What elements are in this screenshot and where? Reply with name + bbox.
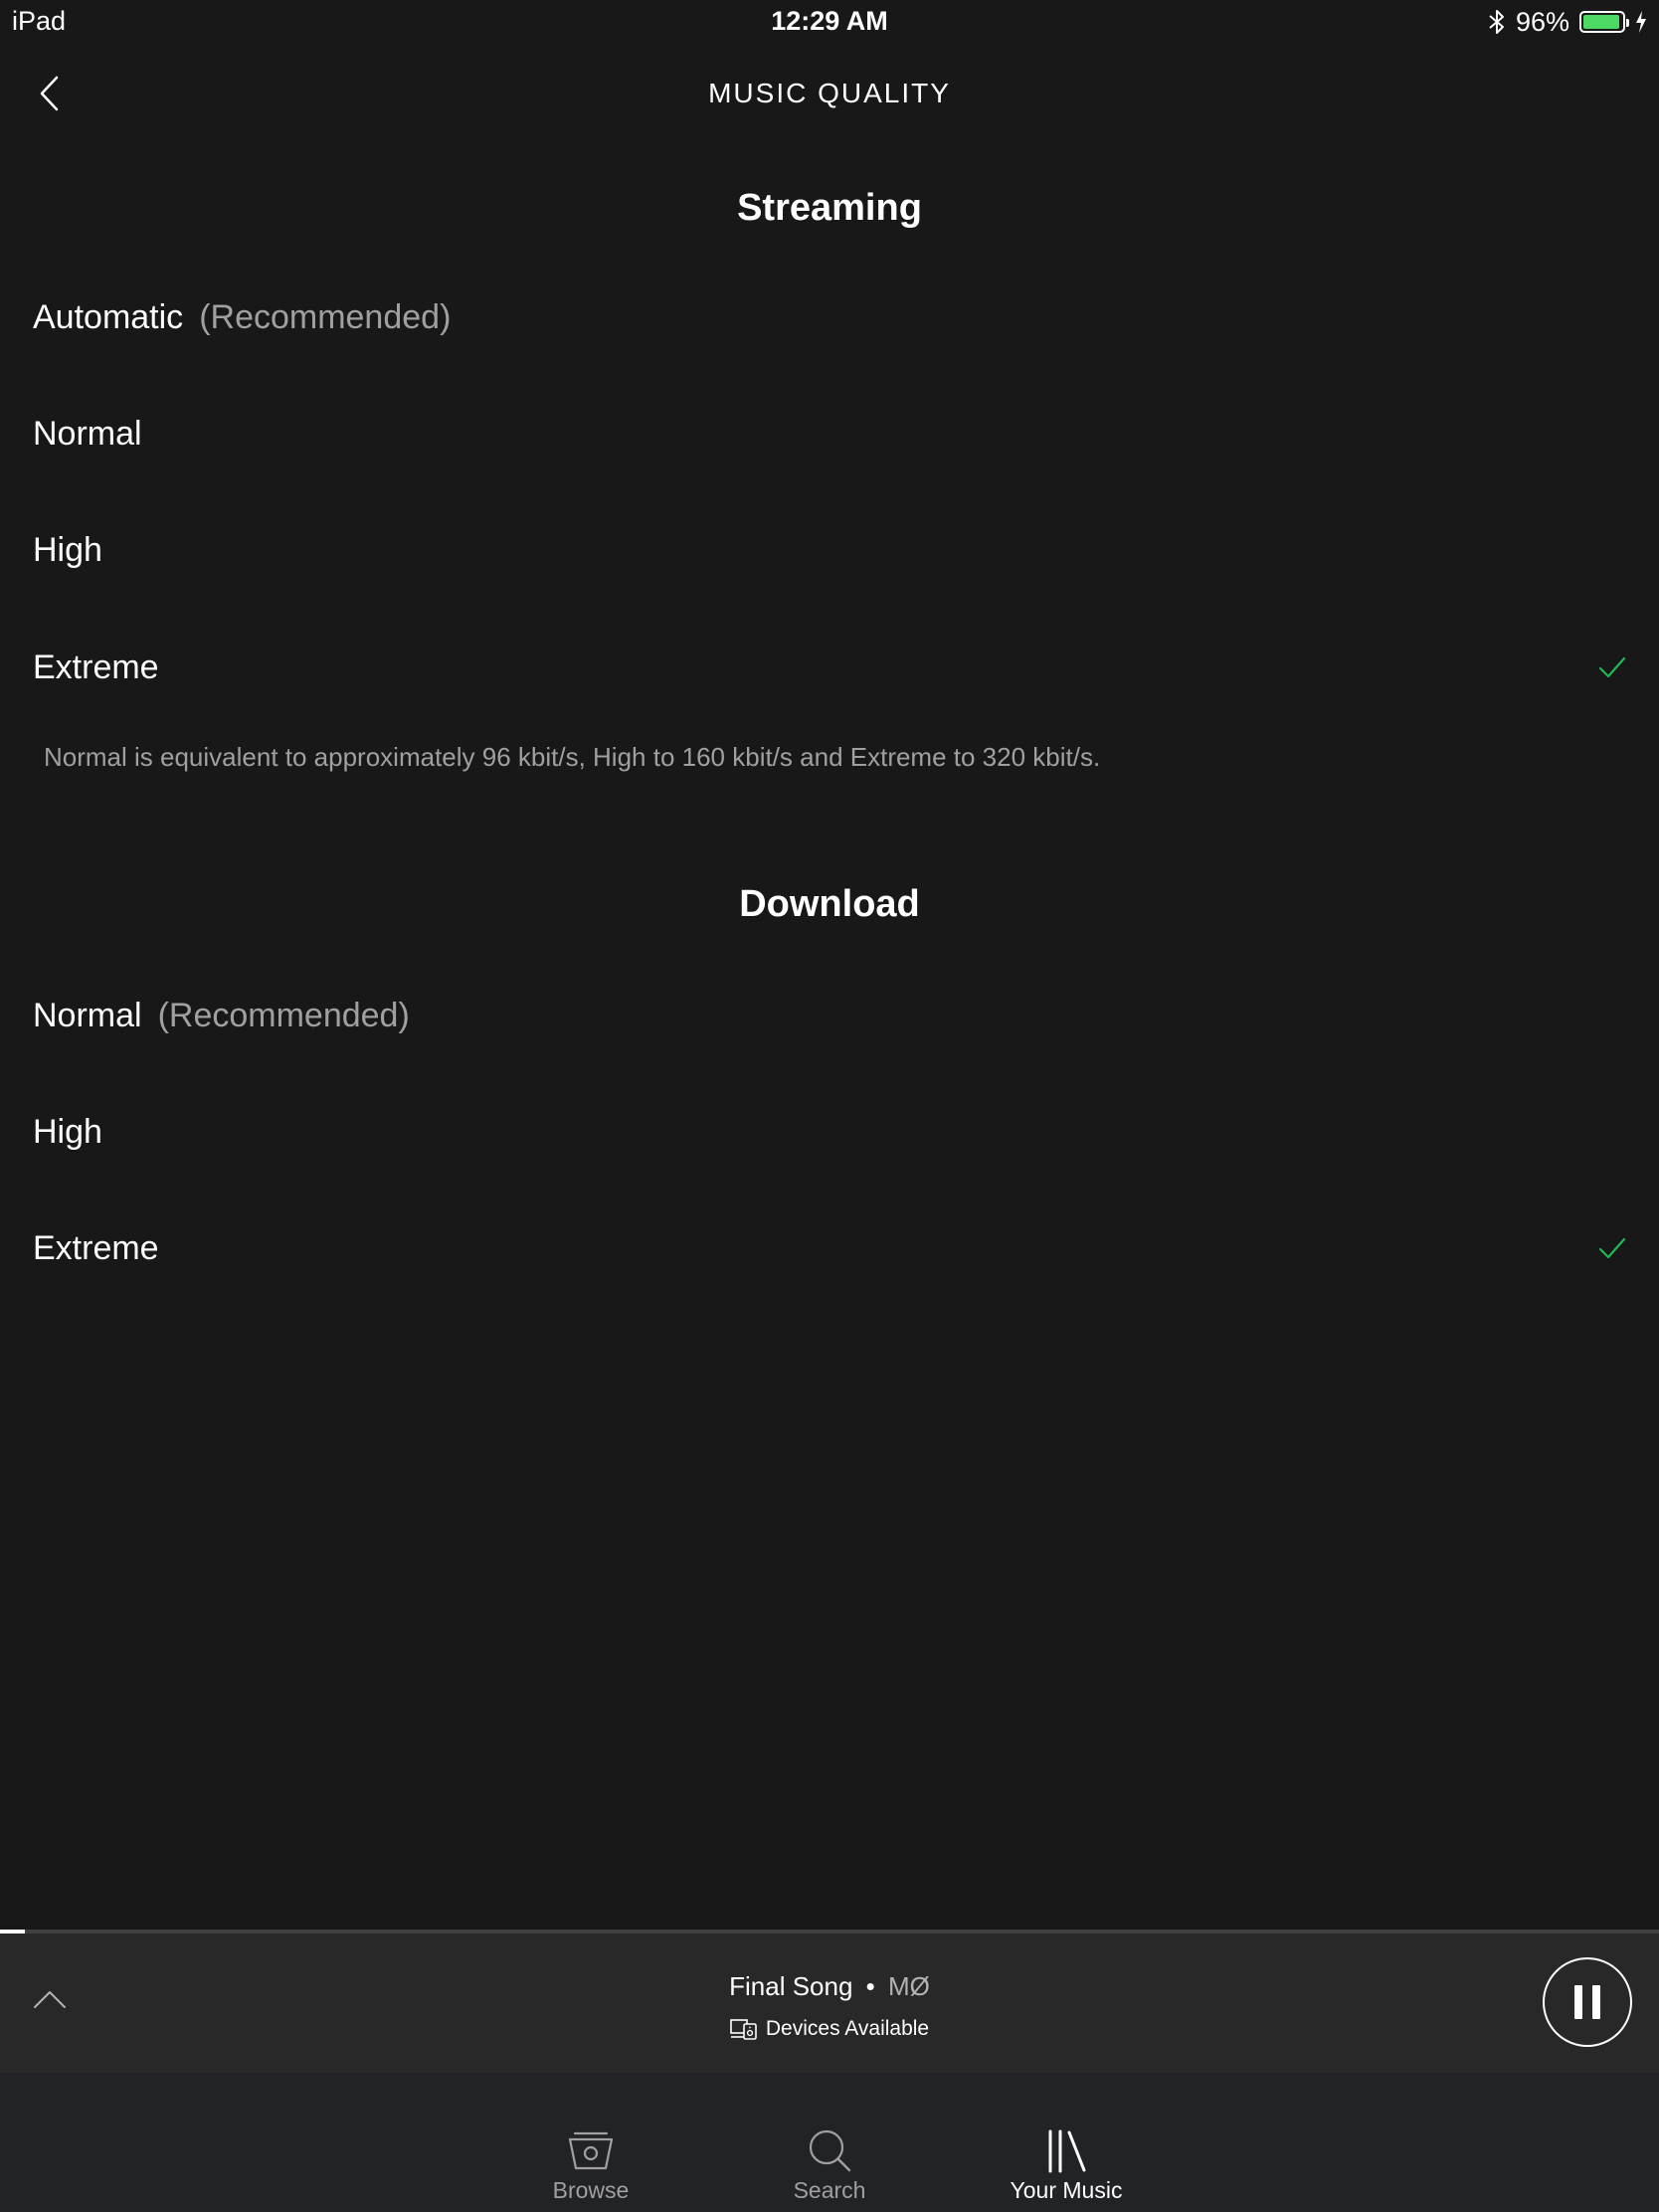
now-playing-title: Final Song • MØ [0,1971,1659,2002]
library-icon [1048,2129,1086,2173]
search-icon [809,2129,851,2172]
battery-icon [1579,11,1629,33]
download-option-normal[interactable]: Normal (Recommended) [0,961,1659,1070]
option-label: Automatic (Recommended) [33,298,451,337]
option-text: High [33,1113,102,1151]
option-text: Normal [33,997,142,1034]
artist-name: MØ [888,1971,930,2001]
option-note: (Recommended) [157,997,410,1034]
streaming-option-normal[interactable]: Normal [0,379,1659,488]
option-text: Extreme [33,648,159,686]
option-label: Normal (Recommended) [33,997,410,1035]
option-text: Normal [33,415,142,453]
tab-bar: Browse Search Your Music [0,2073,1659,2212]
option-text: Automatic [33,298,184,336]
header: MUSIC QUALITY [0,44,1659,143]
option-label: Normal [33,415,142,454]
tab-label: Search [793,2177,866,2203]
tab-search[interactable]: Search [740,2073,919,2212]
title-separator: • [865,1971,875,2001]
song-title: Final Song [729,1971,853,2001]
option-label: High [33,1113,102,1152]
option-text: Extreme [33,1229,159,1267]
download-option-high[interactable]: High [0,1077,1659,1187]
tab-label: Browse [552,2177,630,2203]
status-right: 96% [1488,5,1647,39]
option-label: High [33,531,102,570]
streaming-option-extreme[interactable]: Extreme [0,613,1659,722]
tab-label: Your Music [1010,2177,1123,2203]
tab-browse[interactable]: Browse [501,2073,680,2212]
music-quality-screen: iPad 12:29 AM 96% MUSIC QUALITY Streamin… [0,0,1659,2212]
streaming-section-title: Streaming [737,187,922,229]
status-time: 12:29 AM [771,6,888,36]
streaming-option-automatic[interactable]: Automatic (Recommended) [0,263,1659,372]
pause-icon [1574,1985,1582,2019]
battery-fill [1583,15,1620,29]
option-text: High [33,531,102,569]
devices-icon [730,2019,757,2040]
browse-icon [568,2131,614,2170]
download-section-title: Download [739,883,920,925]
pause-button[interactable] [1543,1957,1632,2047]
charging-icon [1636,11,1646,33]
battery-percent: 96% [1515,6,1569,37]
checkmark-icon [1598,1237,1626,1259]
pause-icon [1592,1985,1600,2019]
tab-your-music[interactable]: Your Music [977,2073,1156,2212]
option-note: (Recommended) [199,298,452,336]
option-label: Extreme [33,1229,159,1268]
download-option-extreme[interactable]: Extreme [0,1194,1659,1303]
devices-available-button[interactable]: Devices Available [0,2017,1659,2041]
page-title: MUSIC QUALITY [708,78,951,108]
checkmark-icon [1598,656,1626,678]
devices-label: Devices Available [765,2017,930,2040]
option-label: Extreme [33,648,159,687]
streaming-option-high[interactable]: High [0,495,1659,605]
status-bar: iPad 12:29 AM 96% [0,0,1659,44]
bluetooth-icon [1489,10,1504,34]
quality-info-text: Normal is equivalent to approximately 96… [44,742,1101,772]
now-playing-bar[interactable]: Final Song • MØ Devices Available [0,1934,1659,2073]
